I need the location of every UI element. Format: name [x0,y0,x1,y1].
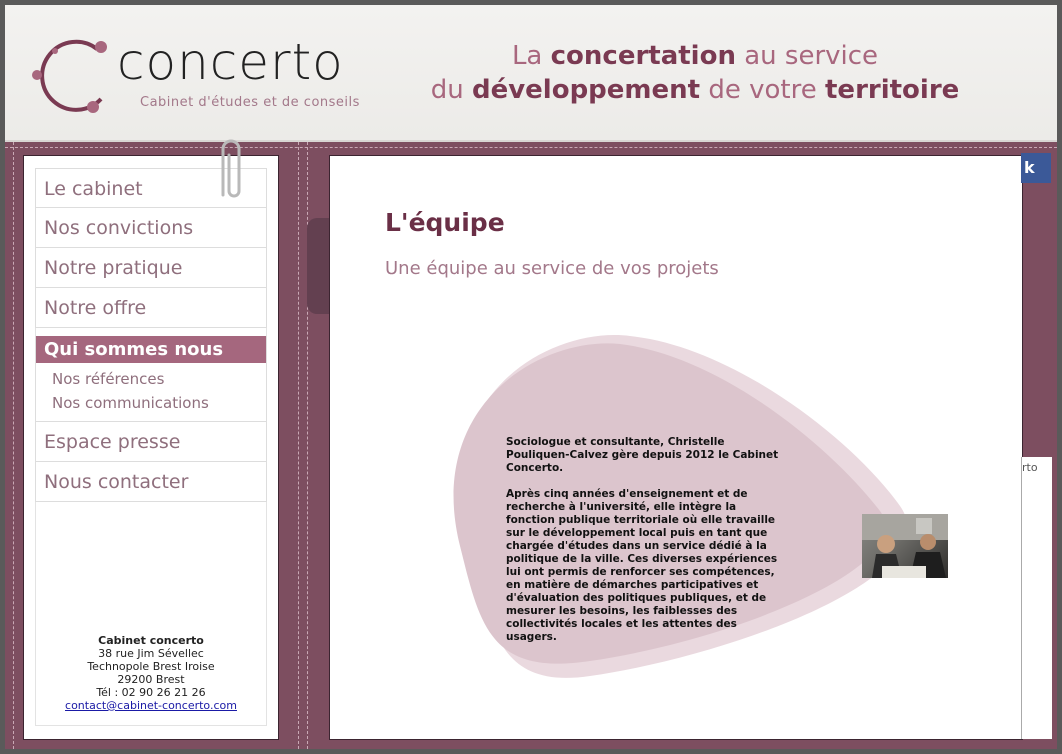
previous-tab-button[interactable]: 〈 [307,218,346,314]
submenu-item-nos-communications[interactable]: Nos communications [52,391,266,415]
menu-item-espace-presse[interactable]: Espace presse [35,422,267,462]
team-photo-image [862,514,948,578]
menu-item-qui-sommes-nous[interactable]: Qui sommes nous [36,336,266,363]
stitch-line [13,142,14,749]
logo-wordmark[interactable]: concerto [117,33,344,91]
stitch-line [298,142,299,749]
sidebar: Le cabinet Nos convictions Notre pratiqu… [23,155,279,740]
logo-subtitle: Cabinet d'études et de conseils [140,95,360,110]
submenu-qui-sommes-nous: Qui sommes nous Nos références Nos commu… [35,336,267,422]
stitch-line [5,147,1057,148]
page-title: L'équipe [385,208,505,237]
facebook-tab[interactable]: k [1021,153,1051,183]
menu-item-nos-convictions[interactable]: Nos convictions [35,208,267,248]
submenu-item-nos-references[interactable]: Nos références [52,367,266,391]
company-name: Cabinet concerto [98,634,204,647]
logo-mark-icon [32,39,107,113]
page-subtitle: Une équipe au service de vos projets [385,258,719,279]
address-street: 38 rue Jim Sévellec [98,647,204,660]
team-photo[interactable] [862,514,948,578]
bio-paragraph: Après cinq années d'enseignement et de r… [506,488,778,643]
address-city: 29200 Brest [117,673,185,686]
bio-paragraph: Sociologue et consultante, Christelle Po… [506,436,779,474]
menu-item-nous-contacter[interactable]: Nous contacter [35,462,267,502]
bio-text: Sociologue et consultante, Christelle Po… [506,436,788,657]
site-header: concerto Cabinet d'études et de conseils… [5,5,1057,142]
paperclip-icon [221,139,241,198]
menu-item-notre-offre[interactable]: Notre offre [35,288,267,328]
browser-frame: concerto Cabinet d'études et de conseils… [5,5,1057,749]
site-tagline: La concertation au service du développem… [430,41,960,105]
contact-email-link[interactable]: contact@cabinet-concerto.com [65,699,237,712]
contact-address: Cabinet concerto 38 rue Jim Sévellec Tec… [24,634,278,712]
right-side-widget[interactable]: rto [1021,457,1052,739]
main-menu: Le cabinet Nos convictions Notre pratiqu… [35,168,267,502]
address-park: Technopole Brest Iroise [87,660,215,673]
address-phone: Tél : 02 90 26 21 26 [96,686,206,699]
main-content: L'équipe Une équipe au service de vos pr… [329,155,1023,740]
right-side-widget-label: rto [1022,461,1038,474]
menu-item-notre-pratique[interactable]: Notre pratique [35,248,267,288]
